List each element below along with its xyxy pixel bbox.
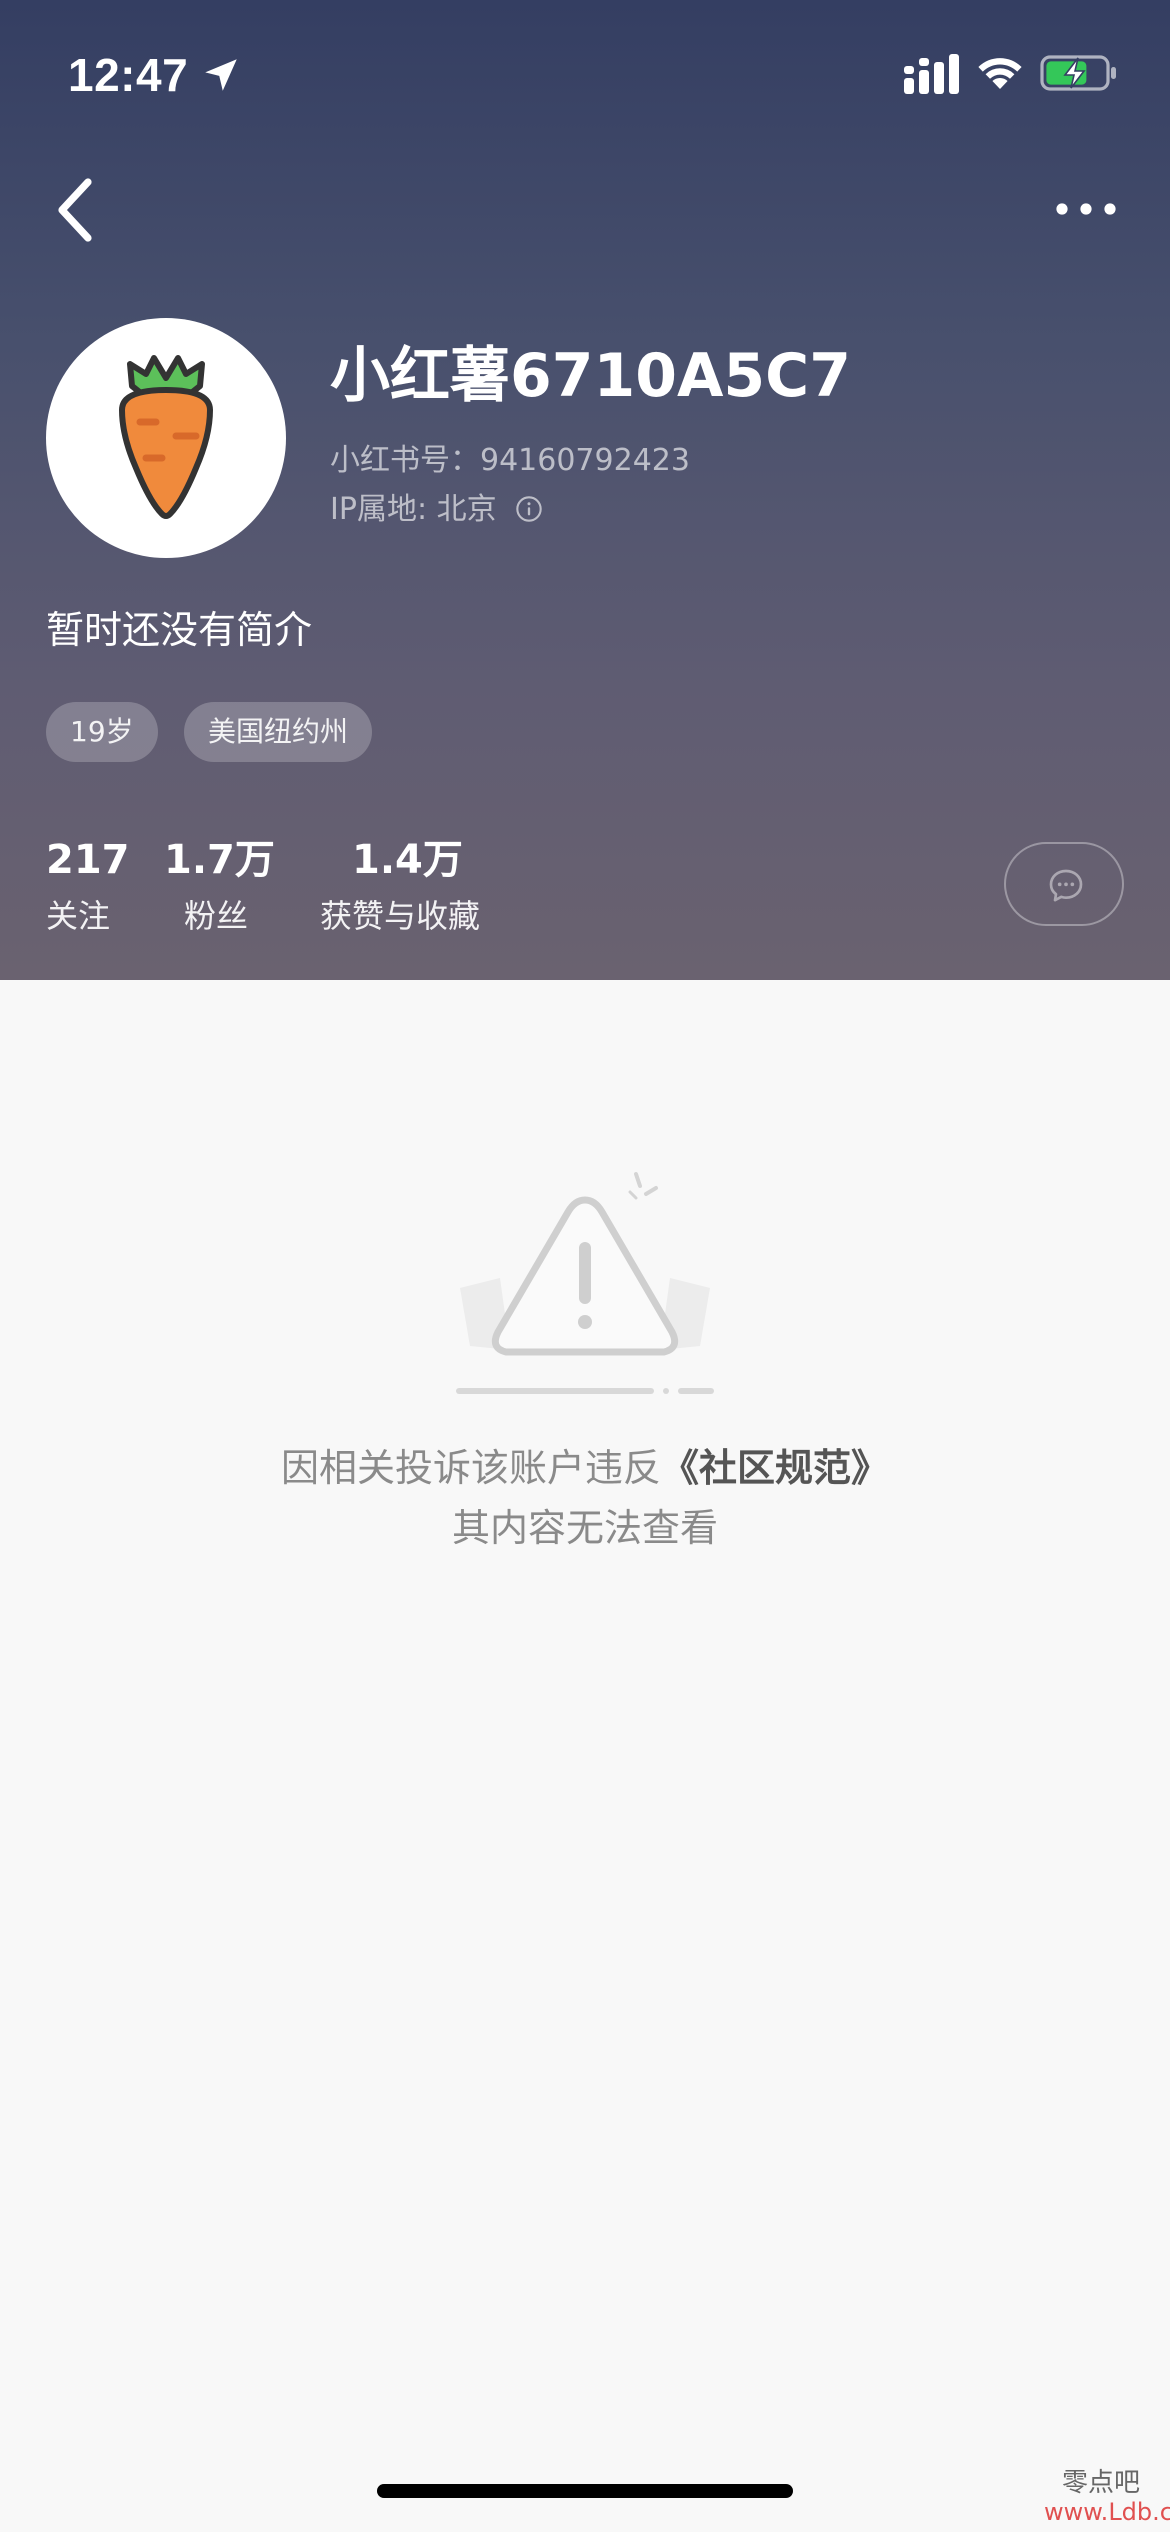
community-rules-link[interactable]: 《社区规范》 (661, 1446, 889, 1490)
watermark-title: 零点吧 (1062, 2468, 1141, 2498)
chat-bubble-icon (1049, 869, 1083, 902)
profile-header: 12:47 小红薯6710A5C7 小红书号：94160792423 IP属地:… (0, 0, 1170, 980)
message-button[interactable] (1004, 842, 1124, 926)
likes-collects-label[interactable]: 获赞与收藏 (320, 892, 480, 940)
wifi-icon (978, 58, 1022, 89)
user-id[interactable]: 小红书号：94160792423 (330, 439, 690, 483)
violation-notice-text: 因相关投诉该账户违反 (280, 1446, 661, 1490)
tag-location: 美国纽约州 (184, 702, 373, 762)
following-label[interactable]: 关注 (46, 892, 110, 940)
status-time: 12:47 (68, 49, 189, 101)
cellular-signal-icon (904, 54, 959, 94)
likes-collects-count[interactable]: 1.4万 (352, 832, 463, 888)
avatar[interactable] (46, 318, 286, 558)
violation-notice-detail: 其内容无法查看 (451, 1506, 718, 1550)
violation-notice: 因相关投诉该账户违反《社区规范》 (0, 1438, 1170, 1498)
username: 小红薯6710A5C7 (330, 341, 851, 411)
battery-charging-icon (1040, 55, 1116, 91)
tag-age: 19岁 (46, 702, 158, 762)
followers-count[interactable]: 1.7万 (164, 832, 275, 888)
ip-location-text: IP属地: 北京 (330, 492, 497, 527)
watermark-url: www.Ldb.cc (1044, 2498, 1170, 2526)
carrot-avatar-icon (119, 355, 213, 519)
back-button[interactable] (40, 170, 110, 250)
bio: 暂时还没有简介 (46, 608, 313, 652)
location-arrow-icon (205, 59, 237, 91)
following-count[interactable]: 217 (46, 832, 130, 888)
warning-triangle-icon (456, 1172, 714, 1394)
more-dots-icon[interactable] (1046, 184, 1126, 234)
info-icon[interactable] (515, 495, 543, 523)
home-indicator[interactable] (377, 2484, 793, 2498)
followers-label[interactable]: 粉丝 (184, 892, 248, 940)
ip-location: IP属地: 北京 (330, 488, 543, 532)
